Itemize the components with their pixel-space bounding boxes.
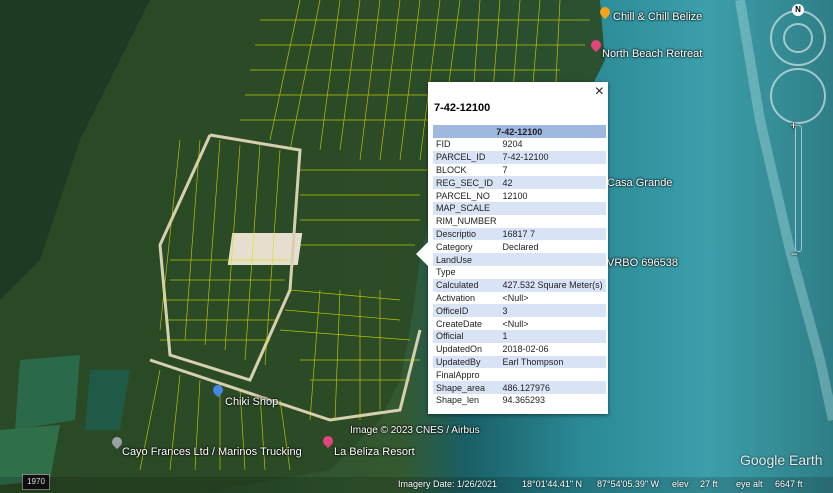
attribute-key: FinalAppro bbox=[436, 369, 480, 380]
table-row: BLOCK 7 bbox=[433, 164, 606, 177]
attribute-key: PARCEL_NO bbox=[436, 190, 490, 201]
attribute-key: Calculated bbox=[433, 278, 500, 292]
attribute-value: Declared bbox=[502, 241, 539, 252]
parcel-info-popup: × 7-42-12100 7-42-12100 FID 9204 PARCEL_ID… bbox=[416, 82, 608, 414]
table-row: OfficeID 3 bbox=[433, 304, 606, 318]
attribute-key: UpdatedBy bbox=[433, 355, 500, 369]
poi-label-chiki[interactable]: Chiki Shop bbox=[225, 396, 278, 408]
eye-alt-label: eye alt bbox=[736, 479, 763, 489]
attribute-key: Shape_len bbox=[436, 395, 480, 406]
table-header: 7-42-12100 bbox=[433, 125, 606, 138]
poi-label-cayo[interactable]: Cayo Frances Ltd / Marinos Trucking bbox=[122, 446, 302, 458]
table-row: Descriptio 16817 7 bbox=[433, 227, 606, 241]
attribute-key: Shape_area bbox=[433, 381, 500, 394]
attribute-value: 7-42-12100 bbox=[499, 150, 606, 164]
attribute-key: PARCEL_ID bbox=[433, 150, 500, 164]
attribute-value: 486.127976 bbox=[499, 381, 606, 394]
attribute-value: <Null> bbox=[502, 292, 529, 303]
table-row: MAP_SCALE bbox=[433, 201, 606, 215]
pan-control[interactable] bbox=[770, 68, 826, 124]
attribute-value bbox=[499, 201, 606, 215]
attribute-value bbox=[499, 253, 606, 266]
attribute-key: Type bbox=[436, 267, 456, 278]
zoom-out-icon[interactable]: − bbox=[791, 247, 798, 261]
table-row: Shape_area 486.127976 bbox=[433, 381, 606, 394]
google-earth-logo: Google Earth bbox=[740, 452, 823, 468]
attribute-value: 1 bbox=[499, 329, 606, 343]
attribute-value: 42 bbox=[499, 176, 606, 190]
table-row: RIM_NUMBER bbox=[433, 215, 606, 228]
table-row: FinalAppro bbox=[433, 368, 606, 381]
elevation-label: elev bbox=[672, 479, 689, 489]
attribute-key: UpdatedOn bbox=[436, 344, 483, 355]
imagery-date: Imagery Date: 1/26/2021 bbox=[398, 479, 498, 489]
attribute-key: Activation bbox=[436, 292, 476, 303]
compass-center[interactable] bbox=[783, 23, 813, 53]
attribute-value: 9204 bbox=[502, 139, 523, 150]
attribute-key: REG_SEC_ID bbox=[433, 176, 500, 190]
attribute-key: LandUse bbox=[433, 253, 500, 266]
table-row: REG_SEC_ID 42 bbox=[433, 176, 606, 190]
compass-north-label: N bbox=[792, 4, 804, 16]
attribute-value bbox=[500, 215, 606, 228]
attribute-key: OfficeID bbox=[433, 304, 500, 318]
poi-label-vrbo[interactable]: VRBO 696538 bbox=[607, 257, 678, 269]
longitude: 87°54'05.39" W bbox=[597, 479, 660, 489]
table-row: Official 1 bbox=[433, 329, 606, 343]
table-row: Activation <Null> bbox=[433, 292, 606, 305]
table-row: PARCEL_NO 12100 bbox=[433, 189, 606, 202]
poi-label-beliza[interactable]: La Beliza Resort bbox=[334, 446, 415, 458]
attribute-value: Earl Thompson bbox=[499, 355, 606, 369]
table-row: PARCEL_ID 7-42-12100 bbox=[433, 150, 606, 164]
close-button[interactable]: × bbox=[595, 84, 604, 100]
table-row: LandUse bbox=[433, 253, 606, 266]
attribute-value: <Null> bbox=[502, 318, 529, 329]
zoom-slider[interactable] bbox=[795, 125, 802, 252]
attribute-value: 7 bbox=[502, 164, 508, 175]
attribute-value: 16817 7 bbox=[499, 227, 606, 241]
attribute-value: 427.532 Square Meter(s) bbox=[499, 278, 606, 292]
attribute-value bbox=[500, 368, 606, 381]
attribute-key: FID bbox=[436, 139, 451, 150]
table-row: FID 9204 bbox=[433, 138, 606, 151]
table-row: Type bbox=[433, 266, 606, 279]
attribute-table: 7-42-12100 FID 9204 PARCEL_ID 7-42-12100 BLO… bbox=[433, 125, 606, 407]
table-row: Category Declared bbox=[433, 240, 606, 253]
table-row: UpdatedOn 2018-02-06 bbox=[433, 343, 606, 356]
attribute-value bbox=[500, 266, 606, 279]
attribute-value: 2018-02-06 bbox=[502, 344, 549, 355]
attribute-key: Official bbox=[433, 329, 500, 343]
attribute-key: MAP_SCALE bbox=[433, 201, 500, 215]
status-bar: Imagery Date: 1/26/2021 18°01'44.41" N 8… bbox=[0, 477, 833, 493]
poi-label-chill[interactable]: Chill & Chill Belize bbox=[613, 11, 702, 23]
attribute-value: 3 bbox=[499, 304, 606, 318]
table-row: CreateDate <Null> bbox=[433, 317, 606, 330]
attribute-key: CreateDate bbox=[436, 318, 483, 329]
attribute-key: Descriptio bbox=[433, 227, 500, 241]
eye-alt-value: 6647 ft bbox=[775, 479, 803, 489]
elevation-value: 27 ft bbox=[700, 479, 718, 489]
attribute-value: 94.365293 bbox=[502, 395, 546, 406]
poi-label-north-beach[interactable]: North Beach Retreat bbox=[602, 48, 702, 60]
attribute-value: 12100 bbox=[502, 190, 528, 201]
image-credit: Image © 2023 CNES / Airbus bbox=[350, 425, 480, 436]
latitude: 18°01'44.41" N bbox=[522, 479, 583, 489]
table-row: UpdatedBy Earl Thompson bbox=[433, 355, 606, 369]
popup-title: 7-42-12100 bbox=[434, 102, 491, 114]
table-row: Calculated 427.532 Square Meter(s) bbox=[433, 278, 606, 292]
attribute-key: Category bbox=[436, 241, 473, 252]
attribute-key: BLOCK bbox=[436, 164, 467, 175]
zoom-in-icon[interactable]: + bbox=[790, 118, 797, 132]
table-row: Shape_len 94.365293 bbox=[433, 394, 606, 407]
poi-label-casa-grande[interactable]: Casa Grande bbox=[607, 177, 672, 189]
attribute-key: RIM_NUMBER bbox=[436, 216, 497, 227]
